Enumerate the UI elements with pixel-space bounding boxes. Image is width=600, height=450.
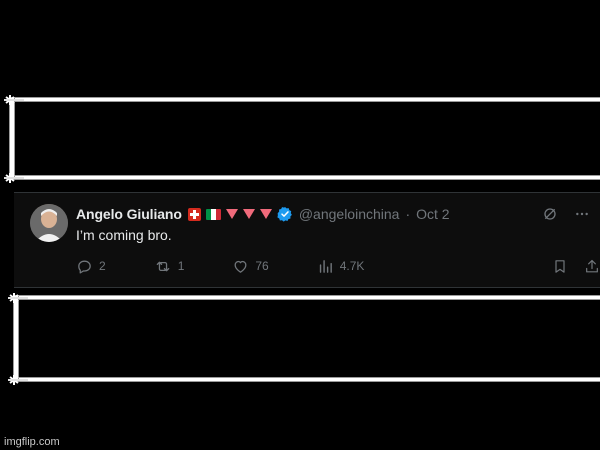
tweet-card[interactable]: Angelo Giuliano @angeloinchina · Oct 2 I… xyxy=(14,192,600,288)
avatar[interactable] xyxy=(30,204,68,242)
frame-corner-icon xyxy=(2,172,26,184)
decorative-frame-bottom xyxy=(0,292,600,388)
frame-bottom-line-lower xyxy=(14,378,600,381)
author-badges xyxy=(187,206,293,222)
frame-bottom-line-upper xyxy=(14,296,600,299)
share-icon[interactable] xyxy=(584,257,600,275)
swiss-flag-icon xyxy=(187,207,201,221)
reply-count: 2 xyxy=(99,259,106,273)
red-triangle-icon xyxy=(242,209,255,219)
frame-bottom-left-post xyxy=(14,296,18,381)
retweet-count: 1 xyxy=(177,259,185,273)
heart-icon xyxy=(232,258,249,275)
retweet-button[interactable]: 1 xyxy=(154,258,185,275)
tweet-actions: 2 1 76 4.7K xyxy=(76,257,600,275)
tweet-right-actions xyxy=(552,257,600,275)
like-button[interactable]: 76 xyxy=(232,258,269,275)
like-count: 76 xyxy=(255,259,269,273)
avatar-photo-icon xyxy=(30,204,68,242)
watermark: imgflip.com xyxy=(4,436,60,448)
tweet-top-actions xyxy=(542,205,590,223)
frame-corner-icon xyxy=(6,374,30,386)
reply-button[interactable]: 2 xyxy=(76,258,106,275)
reply-icon xyxy=(76,258,93,275)
retweet-icon xyxy=(154,258,172,275)
tweet-header: Angelo Giuliano @angeloinchina · Oct 2 xyxy=(76,205,450,223)
more-icon[interactable] xyxy=(574,205,590,223)
frame-top-left-post xyxy=(10,98,14,179)
author-handle[interactable]: @angeloinchina xyxy=(299,206,400,222)
italy-flag-icon xyxy=(205,208,221,220)
header-separator: · xyxy=(405,206,411,222)
tweet-date[interactable]: Oct 2 xyxy=(416,206,449,222)
grok-icon[interactable] xyxy=(542,205,558,223)
author-name[interactable]: Angelo Giuliano xyxy=(76,206,182,222)
views-button[interactable]: 4.7K xyxy=(317,258,365,275)
frame-corner-icon xyxy=(2,94,26,106)
bookmark-icon[interactable] xyxy=(552,257,568,275)
verified-badge-icon[interactable] xyxy=(277,206,293,222)
frame-corner-icon xyxy=(6,292,30,304)
views-icon xyxy=(317,258,334,275)
views-count: 4.7K xyxy=(339,259,365,273)
red-triangle-icon xyxy=(225,209,238,219)
frame-top-line-upper xyxy=(14,98,600,101)
decorative-frame-top xyxy=(0,92,600,184)
tweet-text: I’m coming bro. xyxy=(76,227,172,243)
red-triangle-icon xyxy=(259,209,272,219)
frame-top-line-lower xyxy=(14,176,600,179)
